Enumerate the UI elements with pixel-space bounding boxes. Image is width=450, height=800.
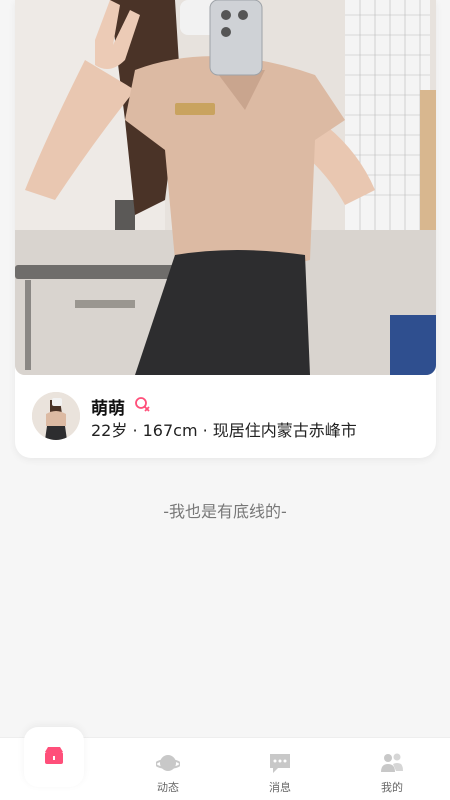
profile-details: 22岁 · 167cm · 现居住内蒙古赤峰市 — [91, 421, 357, 440]
users-icon — [380, 751, 404, 775]
profile-info[interactable]: 萌萌 22岁 · 167cm · 现居住内蒙古赤峰市 — [15, 375, 436, 458]
profile-photo[interactable] — [15, 0, 436, 375]
bottom-tab-bar: 动态 消息 我的 — [0, 727, 450, 800]
home-icon — [45, 747, 63, 764]
female-icon — [133, 395, 151, 413]
tab-home-bubble — [24, 727, 84, 787]
tab-mine[interactable]: 我的 — [336, 738, 448, 800]
tab-messages-label: 消息 — [269, 781, 291, 794]
tab-mine-label: 我的 — [381, 781, 403, 794]
profile-card[interactable]: 萌萌 22岁 · 167cm · 现居住内蒙古赤峰市 — [15, 0, 436, 458]
message-icon — [268, 751, 292, 775]
planet-icon — [155, 751, 181, 775]
tab-dynamics-label: 动态 — [157, 781, 179, 794]
tab-dynamics[interactable]: 动态 — [112, 738, 224, 800]
end-of-list-note: -我也是有底线的- — [163, 502, 287, 521]
profile-name: 萌萌 — [91, 399, 125, 419]
avatar[interactable] — [32, 392, 80, 440]
tab-messages[interactable]: 消息 — [224, 738, 336, 800]
tab-home[interactable] — [0, 727, 112, 800]
